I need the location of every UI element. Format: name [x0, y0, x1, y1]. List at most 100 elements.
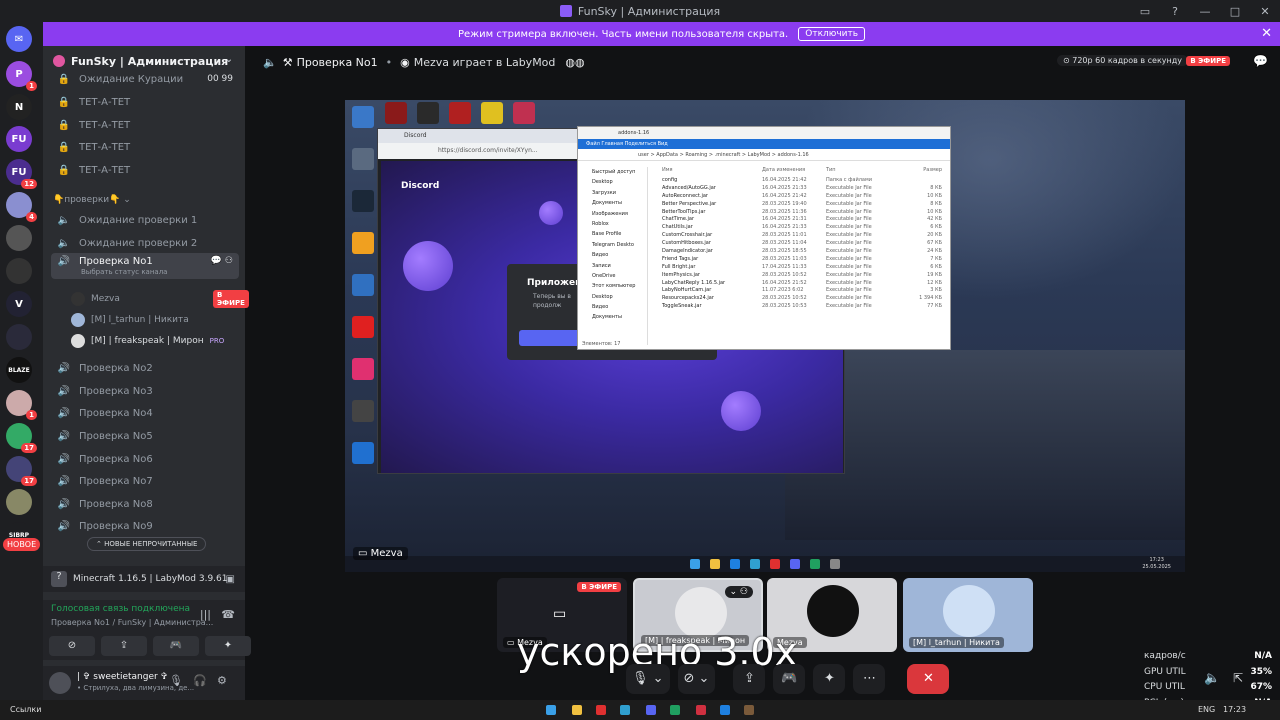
close-icon[interactable]: ✕ [1261, 26, 1272, 41]
server-icon[interactable]: BLAZE [6, 357, 32, 383]
soundboard-icon[interactable]: ✦ [205, 636, 251, 656]
channel-check-6[interactable]: 🔊 Проверка No6 [51, 449, 239, 469]
channel-label: Проверка No8 [79, 498, 153, 510]
taskbar-icon[interactable] [596, 705, 606, 715]
tile-menu-icon[interactable]: ⌄ ⚇ [724, 586, 753, 598]
chevron-down-icon[interactable]: ⌄ [225, 54, 233, 65]
channel-tet-a-tet[interactable]: 🔒 ТЕТ-А-ТЕТ [51, 160, 239, 180]
camera-button[interactable]: ⊘ ⌄ [677, 664, 716, 694]
share-screen-button[interactable]: ⇪ [733, 664, 766, 694]
stat-row: кадров/с N/A [1144, 651, 1272, 667]
channel-check-3[interactable]: 🔊 Проверка No3 [51, 381, 239, 401]
taskbar-icon[interactable] [744, 705, 754, 715]
channel-tet-a-tet[interactable]: 🔒 ТЕТ-А-ТЕТ [51, 115, 239, 135]
file-cell: Executable Jar File [826, 232, 872, 239]
activities-icon[interactable]: 🎮 [153, 636, 199, 656]
server-icon[interactable] [6, 489, 32, 515]
new-unread-pill[interactable]: ⌃ НОВЫЕ НЕПРОЧИТАННЫЕ [87, 537, 207, 551]
disconnect-button[interactable]: ✕ [907, 664, 950, 694]
voice-status[interactable]: Голосовая связь подключена [51, 604, 190, 614]
channel-check-1-active[interactable]: 🔊 Проверка No1 Выбрать статус канала 💬 ⚇ [51, 253, 239, 279]
chat-icon[interactable]: 💬 [1253, 54, 1268, 68]
chat-icon[interactable]: 💬 ⚇ [211, 256, 233, 266]
server-icon[interactable] [6, 225, 32, 251]
clock-date: 25.05.2025 [1142, 564, 1171, 570]
channel-check-7[interactable]: 🔊 Проверка No7 [51, 471, 239, 491]
close-window-button[interactable]: ✕ [1250, 5, 1280, 18]
server-icon[interactable]: V [6, 291, 32, 317]
taskbar-links[interactable]: Ссылки [10, 705, 41, 714]
server-icon[interactable]: 4 [6, 192, 37, 222]
channel-status[interactable]: Выбрать статус канала [81, 268, 167, 276]
maximize-button[interactable]: □ [1220, 5, 1250, 18]
voice-channel[interactable]: Проверка No1 / FunSky | Администра... [51, 618, 213, 627]
camera-off-icon[interactable]: ⊘ [49, 636, 95, 656]
disable-streamer-mode-button[interactable]: Отключить [798, 27, 866, 41]
popout-icon[interactable]: ⇱ [1233, 671, 1243, 685]
taskbar-icon[interactable] [670, 705, 680, 715]
volume-icon[interactable]: 🔈 [1204, 671, 1220, 686]
category-header[interactable]: 👇проверки👇 ⌄ [53, 195, 131, 205]
disconnect-icon[interactable]: ☎ [221, 608, 235, 621]
discord-home-icon[interactable]: ✉ [6, 26, 32, 52]
file-row: CustomCrosshair.jar 28.03.2025 11:01 Execu… [654, 232, 944, 240]
taskbar-icon[interactable] [720, 705, 730, 715]
main-stream-video[interactable]: Discord https://discord.com/invite/XYyn.… [345, 100, 1185, 572]
participant-tile-tarhun[interactable]: [M] l_tarhun | Никита [903, 578, 1033, 652]
server-name: FunSky | Администрация [71, 54, 229, 68]
avatar[interactable] [49, 672, 71, 694]
file-cell: 16.04.2025 21:33 [762, 224, 807, 231]
taskbar-icon[interactable] [546, 705, 556, 715]
channel-check-4[interactable]: 🔊 Проверка No4 [51, 403, 239, 423]
participant-avatars[interactable]: ◍◍ [565, 56, 584, 69]
channel-tet-a-tet[interactable]: 🔒 ТЕТ-А-ТЕТ [51, 137, 239, 157]
headphones-icon[interactable]: 🎧 [193, 674, 207, 687]
minimize-button[interactable]: — [1190, 5, 1220, 18]
server-icon[interactable]: FU 12 [6, 159, 37, 189]
server-icon[interactable]: N [6, 94, 32, 120]
channel-check-9[interactable]: 🔊 Проверка No9 [51, 516, 239, 536]
channel-waiting-1[interactable]: 🔈 Ожидание проверки 1 [51, 210, 239, 230]
taskbar-icon[interactable] [620, 705, 630, 715]
server-icon[interactable]: P1 [6, 61, 37, 91]
server-icon[interactable]: FU [6, 126, 32, 152]
server-icon[interactable]: 17 [6, 456, 37, 486]
server-icon[interactable]: 1 [6, 390, 37, 420]
more-button[interactable]: ⋯ [853, 664, 886, 694]
server-icon[interactable] [6, 258, 32, 284]
stat-value: 35% [1250, 666, 1272, 677]
explorer-footer: Элементов: 17 [582, 341, 621, 347]
voice-user[interactable]: Mezva В ЭФИРЕ [71, 289, 249, 309]
activities-button[interactable]: 🎮 [773, 664, 806, 694]
username[interactable]: | ✞ sweetietanger ✞ [77, 672, 168, 682]
server-icon[interactable] [6, 324, 32, 350]
channel-waiting-2[interactable]: 🔈 Ожидание проверки 2 [51, 233, 239, 253]
taskbar-clock[interactable]: 17:23 [1223, 705, 1246, 714]
microphone-icon[interactable]: 🎙 [169, 674, 183, 687]
stream-game-icon[interactable]: ▣ [226, 574, 235, 585]
stage-header: 🔈 ⚒ Проверка No1 • ◉ Mezva играет в Laby… [245, 46, 1280, 78]
taskbar-icon[interactable] [646, 705, 656, 715]
inbox-icon[interactable]: ▭ [1130, 5, 1160, 18]
channel-check-2[interactable]: 🔊 Проверка No2 [51, 358, 239, 378]
window-controls: ▭ ? — □ ✕ [1130, 0, 1280, 22]
channel-check-8[interactable]: 🔊 Проверка No8 [51, 494, 239, 514]
gear-icon[interactable]: ⚙ [217, 674, 227, 687]
noise-suppression-icon[interactable]: ||| [200, 608, 211, 621]
channel-waiting-curation[interactable]: 🔒 Ожидание Курации 00 99 [51, 72, 239, 86]
taskbar-icon[interactable] [572, 705, 582, 715]
microphone-button[interactable]: 🎙 ⌄ [626, 664, 670, 694]
channel-tet-a-tet[interactable]: 🔒 ТЕТ-А-ТЕТ [51, 92, 239, 112]
soundboard-button[interactable]: ✦ [813, 664, 846, 694]
file-cell: Executable Jar File [826, 200, 872, 207]
keyboard-language[interactable]: ENG [1198, 705, 1215, 714]
activity-panel[interactable]: ? Minecraft 1.16.5 | LabyMod 3.9.61 ▣ [43, 566, 245, 592]
lock-icon: 🔒 [57, 73, 71, 85]
voice-user[interactable]: [M] l_tarhun | Никита [71, 310, 189, 330]
taskbar-icon[interactable] [696, 705, 706, 715]
help-icon[interactable]: ? [1160, 5, 1190, 18]
voice-user[interactable]: [M] | freakspeak | Мирон PRO [71, 331, 224, 351]
channel-check-5[interactable]: 🔊 Проверка No5 [51, 426, 239, 446]
share-screen-icon[interactable]: ⇪ [101, 636, 147, 656]
server-icon[interactable]: 17 [6, 423, 37, 453]
